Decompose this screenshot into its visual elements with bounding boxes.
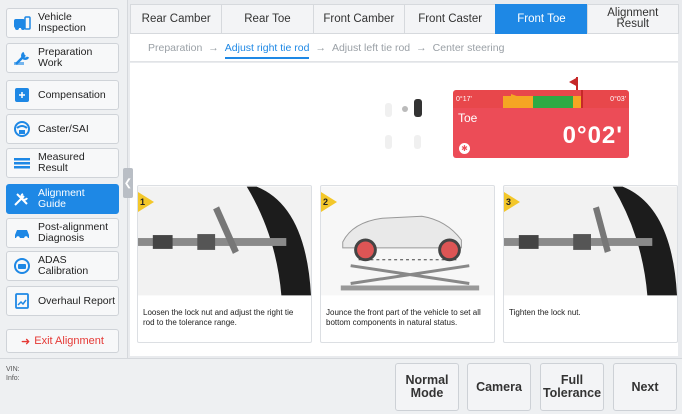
- instruction-card-2: 2 Jounce the front part of the vehicle t…: [320, 185, 495, 343]
- tab-front-toe[interactable]: Front Toe: [495, 4, 588, 34]
- button-label: Normal Mode: [405, 373, 449, 400]
- full-tolerance-button[interactable]: Full Tolerance: [540, 363, 604, 411]
- step-adjust-left-tie-rod[interactable]: Adjust left tie rod: [332, 42, 410, 54]
- sidebar-item-label: Vehicle Inspection: [38, 11, 86, 34]
- info-label: Info:: [6, 375, 20, 382]
- gauge-left-limit: 0°17': [456, 96, 472, 103]
- lock-nut-image: [504, 186, 677, 296]
- sidebar-item-label: Preparation Work: [38, 46, 93, 69]
- car-inspection-icon: [12, 13, 32, 33]
- tab-label: Front Caster: [418, 12, 483, 25]
- button-label: Next: [631, 379, 659, 394]
- instruction-card-1: 1 Loosen the lock nut and adjust the rig…: [137, 185, 312, 343]
- adas-icon: [12, 256, 32, 276]
- arrow-right-icon: →: [208, 41, 219, 54]
- sidebar-item-label: Measured Result: [38, 151, 85, 174]
- steering-icon: [402, 106, 408, 112]
- toe-value: 0°02': [562, 122, 623, 149]
- gear-icon[interactable]: ✱: [459, 143, 470, 154]
- sidebar-collapse-handle[interactable]: ❮: [123, 168, 133, 198]
- gauge-scale: 0°17' 0°03': [453, 90, 629, 108]
- sidebar: Vehicle Inspection Preparation Work Comp…: [0, 0, 128, 358]
- sidebar-item-label: Compensation: [38, 88, 106, 101]
- sidebar-item-measured-result[interactable]: Measured Result: [6, 148, 119, 178]
- next-button[interactable]: Next: [613, 363, 677, 411]
- gauge-right-limit: 0°03': [610, 96, 626, 103]
- gauge-value-panel: Toe 0°02' ✱: [453, 108, 629, 158]
- step-center-steering[interactable]: Center steering: [433, 42, 505, 54]
- wrench-icon: [12, 48, 32, 68]
- tab-alignment-result[interactable]: Alignment Result: [586, 4, 679, 34]
- sidebar-item-preparation-work[interactable]: Preparation Work: [6, 43, 119, 73]
- tab-label: Rear Toe: [244, 12, 291, 25]
- camera-button[interactable]: Camera: [467, 363, 531, 411]
- tab-label: Rear Camber: [141, 12, 211, 25]
- sidebar-item-alignment-guide[interactable]: Alignment Guide: [6, 184, 119, 214]
- tie-rod-image: [138, 186, 311, 296]
- tab-front-camber[interactable]: Front Camber: [312, 4, 405, 34]
- instruction-text: Tighten the lock nut.: [509, 308, 581, 317]
- sidebar-item-caster-sai[interactable]: Caster/SAI: [6, 114, 119, 144]
- compensation-icon: [12, 85, 32, 105]
- exit-icon: ➜: [21, 335, 31, 348]
- wheel-icon: [385, 103, 392, 117]
- wheel-position-indicator: [385, 95, 422, 155]
- step-preparation[interactable]: Preparation: [148, 42, 202, 54]
- sidebar-item-label: Post-alignment Diagnosis: [38, 221, 109, 244]
- sidebar-item-overhaul-report[interactable]: Overhaul Report: [6, 286, 119, 316]
- sidebar-item-vehicle-inspection[interactable]: Vehicle Inspection: [6, 8, 119, 38]
- tab-label: Front Toe: [517, 12, 566, 25]
- sidebar-item-label: Overhaul Report: [38, 294, 116, 307]
- vehicle-info: VIN: Info:: [6, 365, 20, 383]
- tab-label: Front Camber: [323, 12, 395, 25]
- sidebar-item-adas-calibration[interactable]: ADAS Calibration: [6, 251, 119, 281]
- step-adjust-right-tie-rod[interactable]: Adjust right tie rod: [224, 42, 310, 59]
- caster-icon: [12, 119, 32, 139]
- sidebar-item-post-alignment-diagnosis[interactable]: Post-alignment Diagnosis: [6, 218, 119, 248]
- exit-alignment-button[interactable]: ➜ Exit Alignment: [6, 329, 119, 353]
- normal-mode-button[interactable]: Normal Mode: [395, 363, 459, 411]
- wheel-icon: [385, 135, 392, 149]
- toe-gauge: 0°17' 0°03' Toe 0°02' ✱: [453, 90, 629, 158]
- button-label: Full Tolerance: [542, 373, 602, 400]
- list-icon: [12, 153, 32, 173]
- tab-front-caster[interactable]: Front Caster: [403, 4, 497, 34]
- sidebar-item-label: ADAS Calibration: [38, 254, 89, 277]
- wheel-icon: [414, 135, 421, 149]
- gauge-scale-graphic: [503, 90, 583, 108]
- report-icon: [12, 291, 32, 311]
- tab-rear-toe[interactable]: Rear Toe: [221, 4, 314, 34]
- step-breadcrumb: Preparation → Adjust right tie rod → Adj…: [130, 34, 678, 62]
- tools-icon: [12, 189, 32, 209]
- tab-rear-camber[interactable]: Rear Camber: [130, 4, 223, 34]
- button-label: Camera: [476, 379, 522, 394]
- active-wheel-icon: [414, 99, 422, 117]
- car-diagnosis-icon: [12, 223, 32, 243]
- arrow-right-icon: →: [416, 41, 427, 54]
- arrow-right-icon: →: [315, 41, 326, 54]
- instruction-text: Loosen the lock nut and adjust the right…: [143, 308, 294, 327]
- sidebar-item-label: Caster/SAI: [38, 122, 89, 135]
- exit-alignment-label: Exit Alignment: [34, 335, 104, 347]
- tab-label: Alignment Result: [607, 7, 659, 30]
- alignment-tabs: Rear Camber Rear Toe Front Camber Front …: [130, 4, 679, 34]
- toe-label: Toe: [458, 111, 478, 125]
- vehicle-lift-image: [321, 186, 494, 296]
- instruction-card-3: 3 Tighten the lock nut.: [503, 185, 678, 343]
- chevron-left-icon: ❮: [123, 177, 133, 189]
- sidebar-item-label: Alignment Guide: [38, 187, 85, 210]
- sidebar-item-compensation[interactable]: Compensation: [6, 80, 119, 110]
- instruction-text: Jounce the front part of the vehicle to …: [326, 308, 481, 327]
- vin-label: VIN:: [6, 366, 20, 373]
